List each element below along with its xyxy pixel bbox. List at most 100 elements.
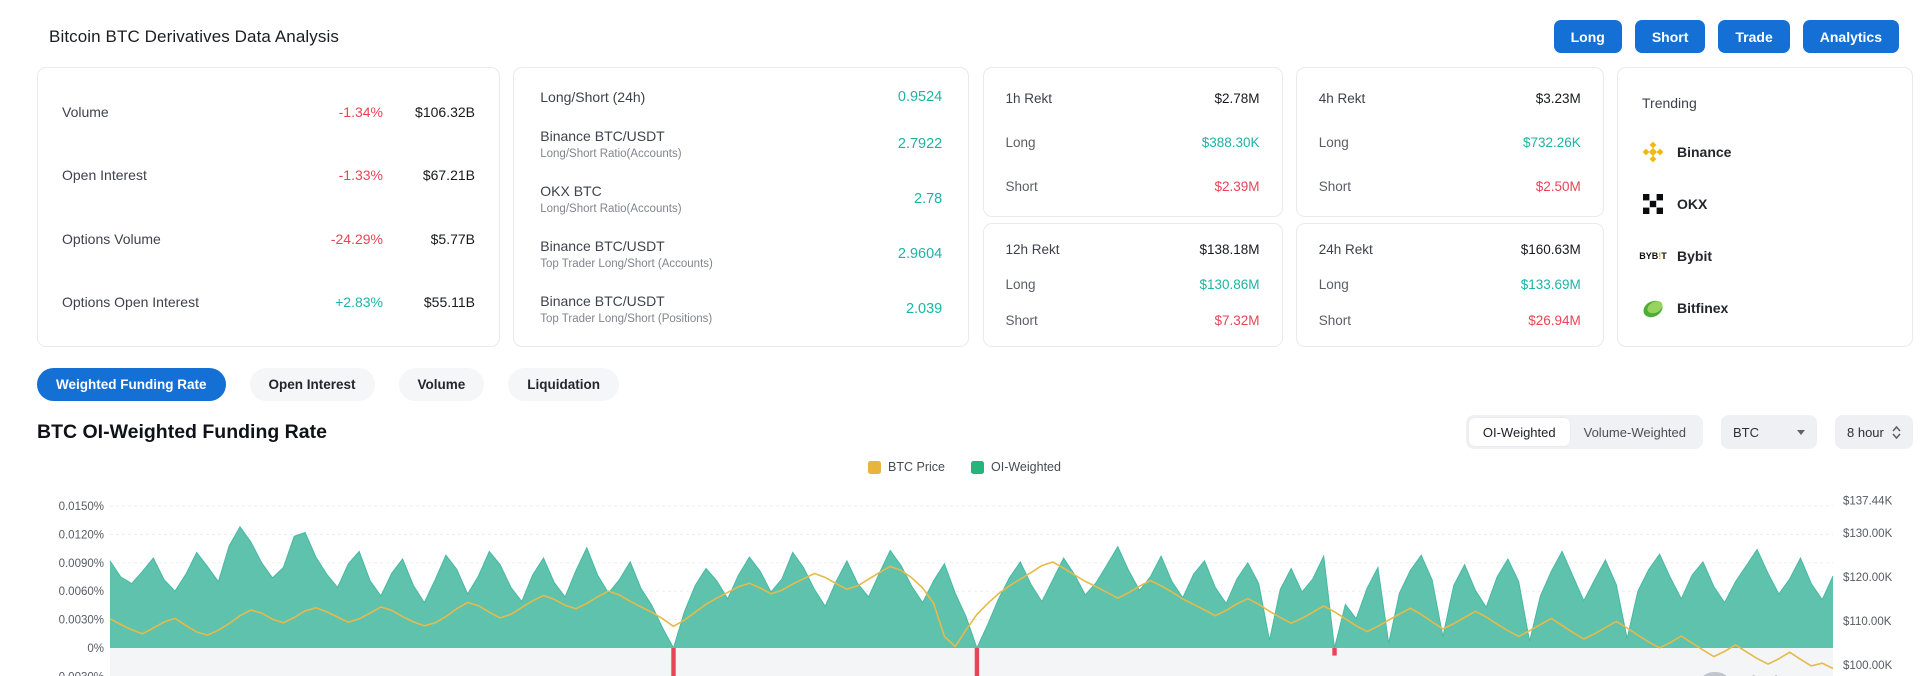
trending-item-label: OKX [1677, 196, 1708, 212]
right-axis-tick: $100.00K [1843, 660, 1893, 672]
funding-rate-chart[interactable]: coinglass0.0150%0.0120%0.0090%0.0060%0.0… [0, 490, 1929, 676]
legend-item-oi-weighted[interactable]: OI-Weighted [971, 460, 1061, 474]
btc-price-swatch [868, 460, 882, 474]
page-title: Bitcoin BTC Derivatives Data Analysis [49, 26, 339, 46]
rekt-short-value: $2.39M [1214, 178, 1260, 194]
tab-open-interest[interactable]: Open Interest [249, 368, 375, 401]
oi-weighted-swatch [971, 460, 984, 474]
chart-legend: BTC Price OI-Weighted [0, 455, 1929, 479]
stat-value: $106.32B [415, 103, 475, 120]
ratio-label: OKX BTC [540, 182, 602, 199]
long-short-ratio-card: Long/Short (24h) 0.9524 Binance BTC/USDT… [513, 67, 970, 347]
ratio-value: 2.039 [905, 300, 943, 317]
stat-change: -1.33% [338, 167, 383, 184]
rekt-long-label: Long [1005, 134, 1036, 150]
rekt-long-value: $732.26K [1522, 134, 1581, 150]
tab-weighted-funding-rate[interactable]: Weighted Funding Rate [37, 368, 226, 401]
left-axis-tick: 0.0150% [59, 501, 104, 513]
stat-change: -24.29% [330, 230, 383, 247]
rekt-long-label: Long [1005, 277, 1036, 293]
ratio-row: Binance BTC/USDT Long/Short Ratio(Accoun… [540, 128, 942, 160]
rekt-long-value: $130.86M [1199, 277, 1260, 293]
ratio-sublabel: Long/Short Ratio(Accounts) [540, 148, 682, 161]
rekt-long-value: $133.69M [1520, 277, 1581, 293]
left-axis-tick: -0.0030% [55, 671, 104, 676]
stat-value: $67.21B [422, 167, 475, 184]
stat-change: -1.34% [338, 103, 383, 120]
chart-tabs: Weighted Funding Rate Open Interest Volu… [0, 347, 1929, 401]
ratio-row: Binance BTC/USDT Top Trader Long/Short (… [540, 238, 942, 270]
ratio-value: 2.78 [914, 190, 943, 207]
stat-label: Options Volume [62, 230, 161, 247]
trending-title: Trending [1642, 95, 1697, 111]
rekt-title: 4h Rekt [1318, 90, 1366, 106]
ratio-row: OKX BTC Long/Short Ratio(Accounts) 2.78 [540, 183, 942, 215]
rekt-short-label: Short [1005, 178, 1038, 194]
legend-label: OI-Weighted [991, 460, 1061, 474]
short-button[interactable]: Short [1634, 20, 1706, 53]
rekt-title: 24h Rekt [1318, 242, 1373, 258]
trending-card: Trending Binance OKX BYB!T Bybit Bitfine… [1617, 67, 1913, 347]
rekt-total: $160.63M [1520, 242, 1581, 258]
long-button[interactable]: Long [1553, 20, 1622, 53]
stat-row-options-volume: Options Volume -24.29% $5.77B [62, 231, 475, 247]
rekt-card-24h: 24h Rekt $160.63M Long $133.69M Short $26.9… [1295, 223, 1604, 347]
rekt-total: $2.78M [1214, 90, 1260, 106]
symbol-select[interactable]: BTC [1721, 415, 1817, 449]
bitfinex-icon [1642, 297, 1664, 319]
trending-item-bybit[interactable]: BYB!T Bybit [1639, 245, 1888, 267]
market-stats-card: Volume -1.34% $106.32B Open Interest -1.… [37, 67, 500, 347]
ratio-label: Binance BTC/USDT [540, 292, 665, 309]
legend-item-btc-price[interactable]: BTC Price [868, 460, 945, 474]
tab-volume[interactable]: Volume [398, 368, 485, 401]
ratio-label: Binance BTC/USDT [540, 128, 665, 145]
rekt-title: 1h Rekt [1005, 90, 1053, 106]
right-axis-tick: $120.00K [1843, 572, 1893, 584]
stat-value: $55.11B [423, 294, 475, 311]
chevron-down-icon [1797, 429, 1805, 435]
derivatives-dashboard: Bitcoin BTC Derivatives Data Analysis Lo… [0, 0, 1929, 676]
rekt-short-value: $7.32M [1214, 312, 1260, 328]
interval-select[interactable]: 8 hour [1835, 415, 1913, 449]
left-axis-tick: 0.0030% [59, 615, 104, 627]
tab-liquidation[interactable]: Liquidation [508, 368, 620, 401]
okx-icon [1642, 193, 1664, 215]
rekt-total: $3.23M [1535, 90, 1581, 106]
rekt-short-label: Short [1318, 178, 1352, 194]
ratio-value: 0.9524 [897, 89, 943, 106]
ratio-value: 2.7922 [897, 136, 943, 153]
rekt-long-label: Long [1318, 277, 1349, 293]
left-axis-tick: 0.0120% [59, 529, 104, 541]
analytics-button[interactable]: Analytics [1802, 20, 1899, 53]
ratio-label: Binance BTC/USDT [540, 237, 665, 254]
volume-weighted-option[interactable]: Volume-Weighted [1570, 418, 1700, 446]
chart-title: BTC OI-Weighted Funding Rate [37, 420, 327, 443]
ratio-label: Long/Short (24h) [540, 89, 646, 106]
rekt-card-12h: 12h Rekt $138.18M Long $130.86M Short $7.32… [982, 223, 1283, 347]
trade-button[interactable]: Trade [1718, 20, 1790, 53]
rekt-long-value: $388.30K [1201, 134, 1260, 150]
interval-select-value: 8 hour [1847, 424, 1884, 440]
ratio-sublabel: Top Trader Long/Short (Positions) [540, 312, 713, 325]
bybit-icon: BYB!T [1639, 251, 1667, 261]
stat-label: Options Open Interest [62, 294, 199, 311]
left-axis-tick: 0.0090% [59, 558, 104, 570]
ratio-row: Binance BTC/USDT Top Trader Long/Short (… [540, 293, 942, 325]
ratio-value: 2.9604 [897, 245, 943, 262]
rekt-total: $138.18M [1199, 242, 1260, 258]
rekt-column-left: 1h Rekt $2.78M Long $388.30K Short $2.39M 1… [982, 67, 1283, 347]
rekt-column-right: 4h Rekt $3.23M Long $732.26K Short $2.50M 2… [1295, 67, 1604, 347]
trending-item-bitfinex[interactable]: Bitfinex [1642, 297, 1888, 319]
chart-controls: OI-Weighted Volume-Weighted BTC 8 hour [1465, 415, 1913, 449]
right-axis-tick: $130.00K [1843, 528, 1893, 540]
symbol-select-value: BTC [1733, 424, 1759, 440]
weighting-toggle: OI-Weighted Volume-Weighted [1465, 415, 1703, 449]
legend-label: BTC Price [888, 460, 945, 474]
trending-item-label: Binance [1677, 144, 1732, 160]
trending-item-binance[interactable]: Binance [1642, 141, 1888, 163]
oi-weighted-option[interactable]: OI-Weighted [1468, 418, 1570, 446]
trending-item-label: Bybit [1677, 248, 1712, 264]
stat-row-options-open-interest: Options Open Interest +2.83% $55.11B [62, 294, 475, 310]
trending-item-okx[interactable]: OKX [1642, 193, 1888, 215]
rekt-short-value: $2.50M [1535, 178, 1581, 194]
